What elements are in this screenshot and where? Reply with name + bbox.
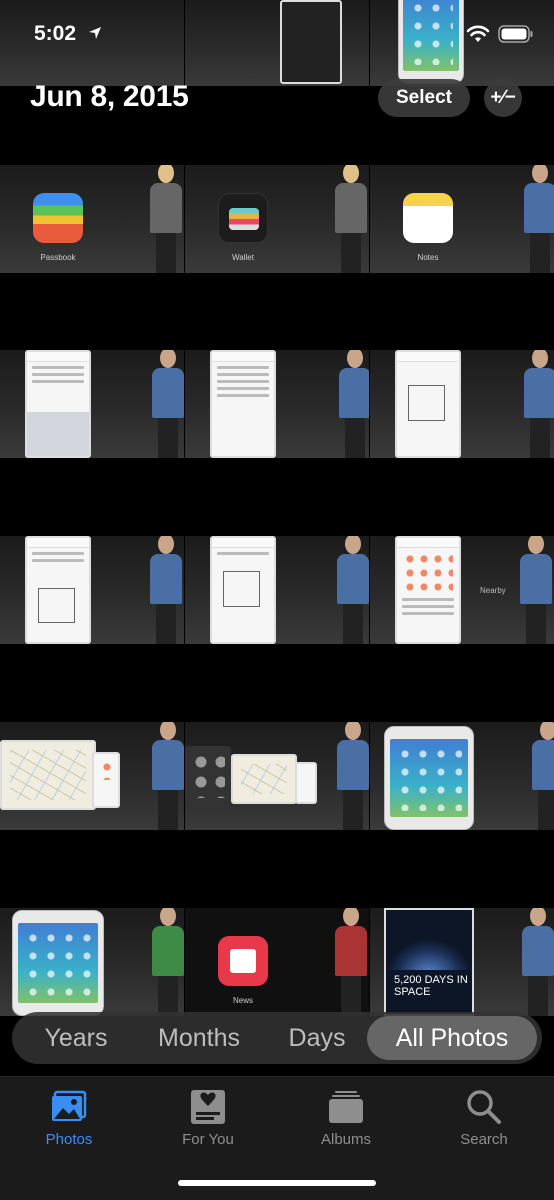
presenter-figure: [333, 165, 369, 273]
presenter-figure: [520, 908, 554, 1016]
page-title: Jun 8, 2015: [30, 80, 189, 113]
wifi-icon: [466, 25, 490, 42]
photo-caption: Nearby: [480, 586, 506, 595]
presenter-figure: [522, 165, 554, 273]
maps-screenshot: [395, 536, 461, 644]
iphone-image: [12, 910, 104, 1016]
presenter-figure: [335, 536, 369, 644]
battery-icon: [498, 25, 533, 43]
presenter-figure: [530, 722, 554, 830]
status-time: 5:02: [34, 22, 77, 45]
search-icon: [467, 1090, 501, 1124]
wallet-app-icon: [218, 193, 268, 243]
tab-photos[interactable]: Photos: [14, 1087, 124, 1148]
photo-caption: Notes: [417, 253, 439, 262]
status-bar: 5:02: [0, 0, 554, 60]
photo-thumbnail[interactable]: Wallet: [185, 165, 369, 273]
tab-for-you[interactable]: For You: [153, 1087, 263, 1148]
photo-thumbnail[interactable]: [185, 536, 369, 644]
home-indicator[interactable]: [178, 1180, 376, 1186]
photo-thumbnail[interactable]: [185, 722, 369, 830]
select-button[interactable]: Select: [378, 79, 470, 117]
photo-thumbnail[interactable]: Nearby: [370, 536, 554, 644]
photos-icon: [52, 1090, 87, 1121]
photo-thumbnail[interactable]: [0, 722, 184, 830]
for-you-icon: [191, 1090, 225, 1124]
presenter-figure: [150, 722, 184, 830]
presenter-figure: [337, 350, 369, 458]
aspect-ratio-button[interactable]: +∕−: [484, 79, 522, 117]
news-article-screenshot: 5,200 DAYS IN SPACE: [384, 908, 474, 1016]
presenter-figure: [148, 165, 184, 273]
photo-caption: News: [232, 996, 253, 1005]
photo-thumbnail[interactable]: Notes: [370, 165, 554, 273]
passbook-app-icon: [33, 193, 83, 243]
tab-label: Albums: [320, 1131, 372, 1148]
tab-label: Photos: [45, 1131, 93, 1148]
presenter-figure: [522, 350, 554, 458]
presenter-figure: [333, 908, 369, 1016]
tab-albums[interactable]: Albums: [291, 1087, 401, 1148]
photo-thumbnail[interactable]: [370, 350, 554, 458]
photo-caption: Passbook: [40, 253, 76, 262]
photo-thumbnail[interactable]: [370, 722, 554, 830]
segment-all-photos[interactable]: All Photos: [367, 1016, 537, 1060]
tab-label: For You: [182, 1131, 234, 1148]
article-title: 5,200 DAYS IN SPACE: [394, 974, 468, 999]
photo-thumbnail[interactable]: 5,200 DAYS IN SPACE: [370, 908, 554, 1016]
iphone-screenshot: [295, 762, 317, 804]
photo-thumbnail[interactable]: [0, 350, 184, 458]
sketch-screenshot: [210, 536, 276, 644]
presenter-figure: [148, 536, 184, 644]
presenter-figure: [150, 350, 184, 458]
notes-screenshot: [25, 350, 91, 458]
ipad-maps-screenshot: [231, 754, 297, 804]
notes-screenshot: [210, 350, 276, 458]
macbook-image: [185, 746, 231, 804]
sketch-screenshot: [25, 536, 91, 644]
presenter-figure: [335, 722, 369, 830]
segment-months[interactable]: Months: [140, 1016, 258, 1060]
location-arrow-icon: [89, 27, 101, 39]
albums-icon: [329, 1091, 363, 1123]
sketch-screenshot: [395, 350, 461, 458]
photo-thumbnail[interactable]: News: [185, 908, 369, 1016]
presenter-figure: [150, 908, 184, 1016]
photo-thumbnail[interactable]: Passbook: [0, 165, 184, 273]
ipad-maps-screenshot: [0, 740, 96, 810]
photo-thumbnail[interactable]: [185, 350, 369, 458]
photo-thumbnail[interactable]: [0, 908, 184, 1016]
news-app-icon: [218, 936, 268, 986]
tab-label: Search: [460, 1131, 508, 1148]
presenter-figure: [518, 536, 554, 644]
photo-thumbnail[interactable]: [0, 536, 184, 644]
view-segmented-control: Years Months Days All Photos: [12, 1012, 542, 1064]
segment-years[interactable]: Years: [20, 1016, 132, 1060]
photo-caption: Wallet: [232, 253, 254, 262]
tab-search[interactable]: Search: [429, 1087, 539, 1148]
iphone-screenshot: [92, 752, 120, 808]
iphone-image: [384, 726, 474, 830]
notes-app-icon: [403, 193, 453, 243]
segment-days[interactable]: Days: [270, 1016, 364, 1060]
